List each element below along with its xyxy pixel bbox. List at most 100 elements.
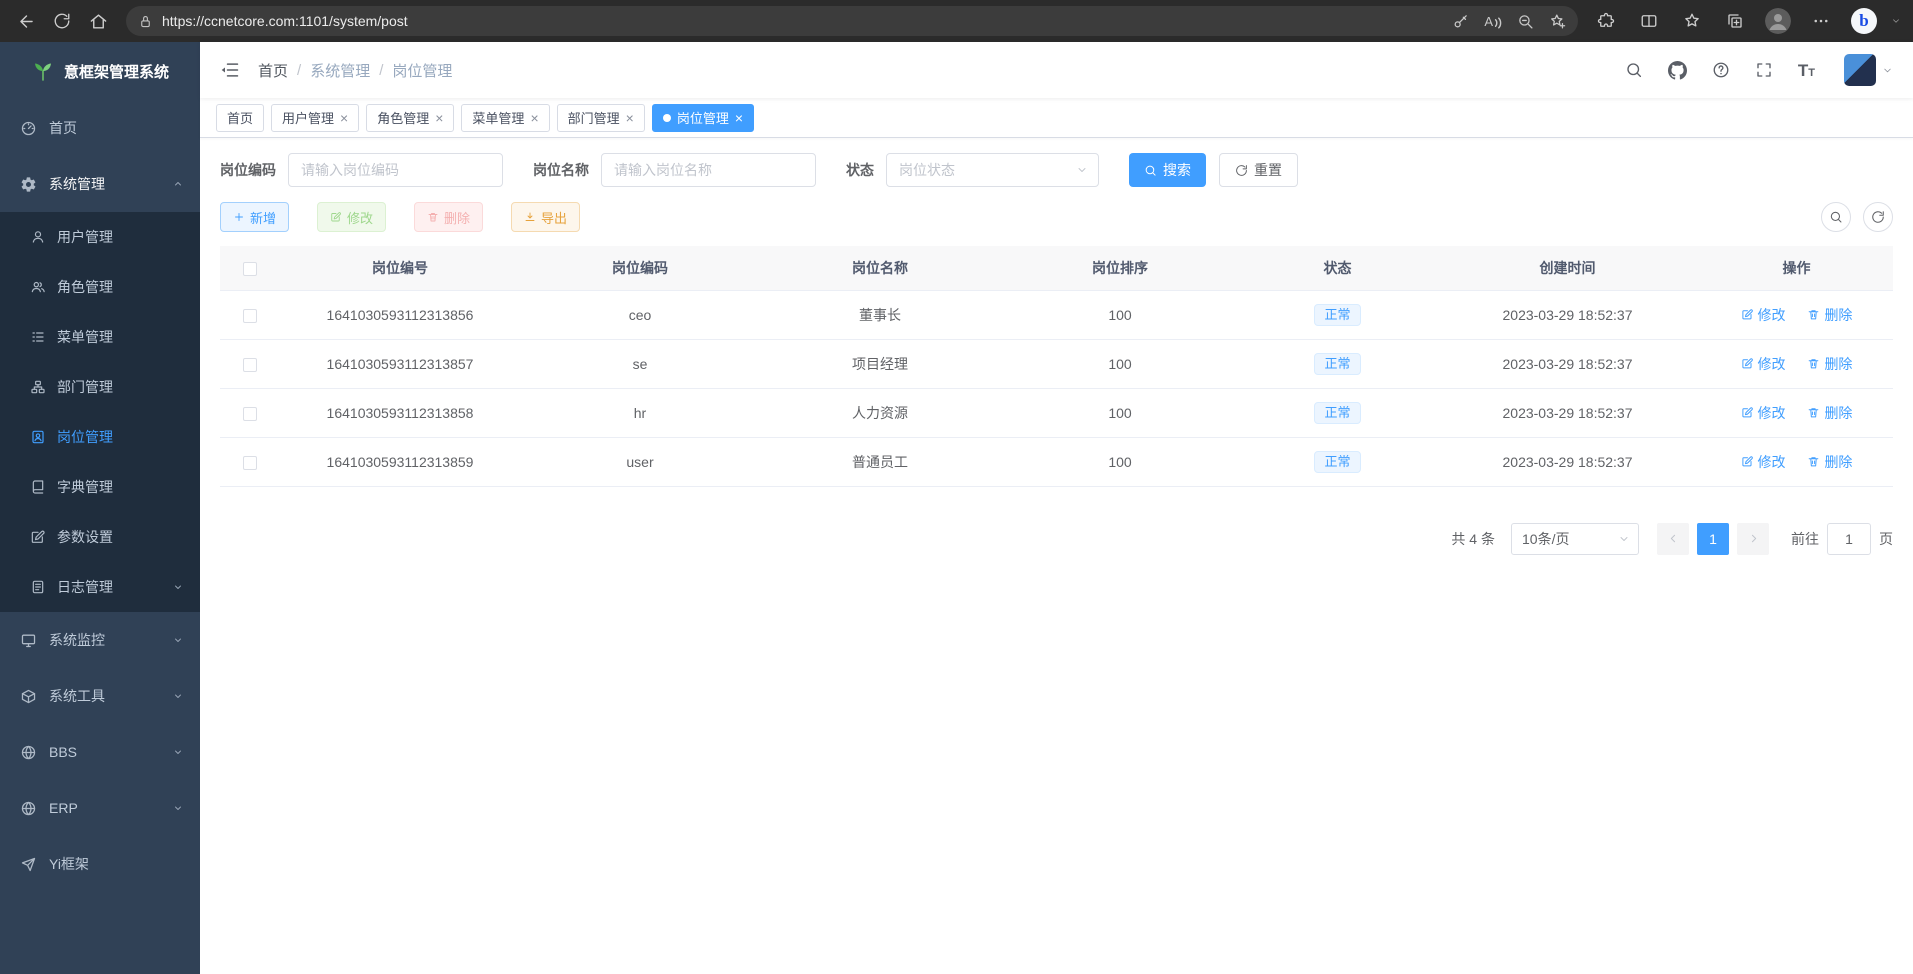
refresh-button[interactable]	[44, 5, 80, 37]
page-size-select[interactable]: 10条/页	[1511, 523, 1639, 555]
profile-avatar	[1765, 8, 1791, 34]
row-delete-link[interactable]: 删除	[1807, 305, 1852, 325]
tab-post-mgmt[interactable]: 岗位管理×	[652, 104, 754, 132]
post-code-input[interactable]	[288, 153, 503, 187]
favorites-button[interactable]	[1674, 5, 1710, 37]
row-edit-link[interactable]: 修改	[1741, 354, 1786, 374]
sidebar-item-system-monitor[interactable]: 系统监控	[0, 612, 200, 668]
sidebar-item-erp[interactable]: ERP	[0, 780, 200, 836]
page-number-1[interactable]: 1	[1697, 523, 1729, 555]
status-select[interactable]: 岗位状态	[886, 153, 1099, 187]
search-icon	[1829, 210, 1843, 224]
reset-button[interactable]: 重置	[1219, 153, 1298, 187]
search-button[interactable]: 搜索	[1129, 153, 1206, 187]
sidebar-item-role-mgmt[interactable]: 角色管理	[0, 262, 200, 312]
export-button[interactable]: 导出	[511, 202, 580, 232]
row-edit-link[interactable]: 修改	[1741, 305, 1786, 325]
goto-page-input[interactable]	[1827, 523, 1871, 555]
tab-home[interactable]: 首页	[216, 104, 264, 132]
sidebar-item-yi-framework[interactable]: Yi框架	[0, 836, 200, 892]
row-delete-link[interactable]: 删除	[1807, 403, 1852, 423]
row-checkbox[interactable]	[243, 309, 257, 323]
tab-role-mgmt[interactable]: 角色管理×	[366, 104, 454, 132]
breadcrumb-system-mgmt[interactable]: 系统管理	[310, 60, 370, 81]
delete-button[interactable]: 删除	[414, 202, 483, 232]
add-favorite-star-icon[interactable]	[1549, 13, 1566, 30]
row-checkbox[interactable]	[243, 407, 257, 421]
refresh-table-button[interactable]	[1863, 202, 1893, 232]
sidebar-item-system-tools[interactable]: 系统工具	[0, 668, 200, 724]
fullscreen-button[interactable]	[1751, 57, 1777, 83]
app-title: 意框架管理系统	[64, 61, 169, 82]
edit-button[interactable]: 修改	[317, 202, 386, 232]
collapse-sidebar-button[interactable]	[214, 54, 246, 86]
post-name-input[interactable]	[601, 153, 816, 187]
sidebar-item-user-mgmt[interactable]: 用户管理	[0, 212, 200, 262]
chevron-down-icon[interactable]	[1891, 16, 1901, 26]
close-icon[interactable]: ×	[530, 111, 538, 125]
header-search-button[interactable]	[1621, 57, 1647, 83]
profile-button[interactable]	[1760, 5, 1796, 37]
url-text: https://ccnetcore.com:1101/system/post	[162, 13, 1452, 29]
help-button[interactable]	[1708, 57, 1734, 83]
cell-created-time: 2023-03-29 18:52:37	[1435, 437, 1700, 486]
sidebar-item-bbs[interactable]: BBS	[0, 724, 200, 780]
refresh-icon	[53, 12, 71, 30]
status-label: 状态	[846, 160, 874, 180]
header-post-code: 岗位编码	[520, 246, 760, 290]
row-checkbox[interactable]	[243, 456, 257, 470]
select-all-checkbox[interactable]	[243, 262, 257, 276]
prev-page-button[interactable]	[1657, 523, 1689, 555]
sidebar-item-dept-mgmt[interactable]: 部门管理	[0, 362, 200, 412]
sidebar-item-log-mgmt[interactable]: 日志管理	[0, 562, 200, 612]
row-delete-link[interactable]: 删除	[1807, 354, 1852, 374]
sidebar-item-menu-mgmt[interactable]: 菜单管理	[0, 312, 200, 362]
github-button[interactable]	[1664, 57, 1691, 84]
tab-dept-mgmt[interactable]: 部门管理×	[557, 104, 645, 132]
app-logo[interactable]: 意框架管理系统	[0, 42, 200, 100]
cell-post-code: se	[520, 339, 760, 388]
row-delete-link[interactable]: 删除	[1807, 452, 1852, 472]
add-button[interactable]: 新增	[220, 202, 289, 232]
close-icon[interactable]: ×	[435, 111, 443, 125]
back-button[interactable]	[8, 5, 44, 37]
row-edit-link[interactable]: 修改	[1741, 452, 1786, 472]
trash-icon	[1807, 357, 1820, 370]
list-icon	[30, 329, 46, 345]
sidebar-item-param-settings[interactable]: 参数设置	[0, 512, 200, 562]
close-icon[interactable]: ×	[735, 111, 743, 125]
collections-button[interactable]	[1717, 5, 1753, 37]
toggle-search-button[interactable]	[1821, 202, 1851, 232]
row-edit-link[interactable]: 修改	[1741, 403, 1786, 423]
breadcrumb-home[interactable]: 首页	[258, 60, 288, 81]
trash-icon	[427, 211, 439, 223]
collections-icon	[1726, 12, 1744, 30]
url-bar[interactable]: https://ccnetcore.com:1101/system/post A	[126, 6, 1578, 36]
next-page-button[interactable]	[1737, 523, 1769, 555]
sidebar-item-dict-mgmt[interactable]: 字典管理	[0, 462, 200, 512]
user-menu[interactable]	[1844, 54, 1893, 86]
close-icon[interactable]: ×	[340, 111, 348, 125]
url-bar-actions: A	[1452, 13, 1566, 30]
tab-user-mgmt[interactable]: 用户管理×	[271, 104, 359, 132]
extensions-button[interactable]	[1588, 5, 1624, 37]
tab-menu-mgmt[interactable]: 菜单管理×	[461, 104, 549, 132]
sidebar-item-system-mgmt[interactable]: 系统管理	[0, 156, 200, 212]
post-name-label: 岗位名称	[533, 160, 589, 180]
table-row: 1641030593112313859 user 普通员工 100 正常 202…	[220, 437, 1893, 486]
close-icon[interactable]: ×	[626, 111, 634, 125]
row-checkbox[interactable]	[243, 358, 257, 372]
zoom-out-icon[interactable]	[1517, 13, 1534, 30]
sidebar-item-post-mgmt[interactable]: 岗位管理	[0, 412, 200, 462]
home-button[interactable]	[80, 5, 116, 37]
font-size-button[interactable]: TT	[1794, 58, 1819, 83]
cell-post-name: 董事长	[760, 290, 1000, 339]
sidebar-item-home[interactable]: 首页	[0, 100, 200, 156]
globe-icon	[20, 800, 37, 817]
password-key-icon[interactable]	[1452, 13, 1469, 30]
edit-icon	[1741, 455, 1754, 468]
read-aloud-icon[interactable]: A	[1484, 14, 1502, 29]
more-menu-button[interactable]	[1803, 5, 1839, 37]
bing-chat-button[interactable]: b	[1846, 5, 1882, 37]
split-screen-button[interactable]	[1631, 5, 1667, 37]
